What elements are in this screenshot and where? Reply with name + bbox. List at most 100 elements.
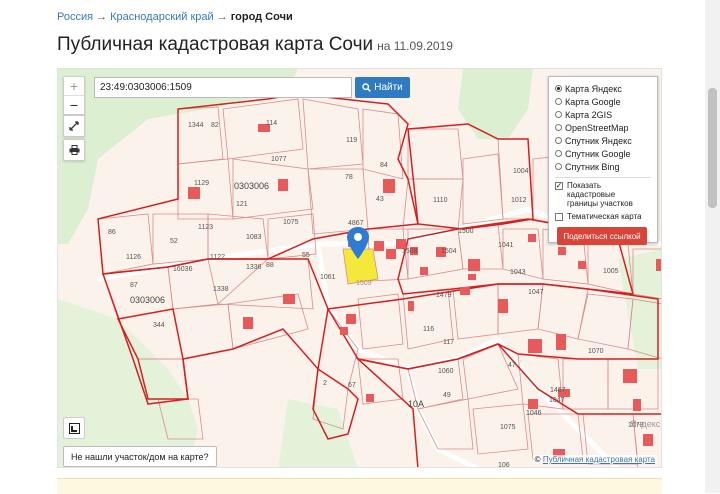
cadastral-map[interactable]: 1344 82 114 119 1077 1129 0303006 121 10…: [57, 68, 662, 468]
zoom-out-button[interactable]: −: [64, 95, 84, 114]
svg-text:52: 52: [170, 238, 178, 245]
svg-text:0303006: 0303006: [234, 181, 269, 191]
svg-text:1344: 1344: [188, 122, 204, 129]
page-title-text: Публичная кадастровая карта Сочи: [57, 34, 374, 55]
svg-text:47: 47: [508, 362, 516, 369]
radio-icon[interactable]: [555, 137, 562, 144]
svg-text:1336: 1336: [246, 264, 262, 271]
layer-option-google-map[interactable]: Карта Google: [555, 95, 651, 108]
printer-icon: [69, 145, 79, 155]
share-link-button[interactable]: Поделиться ссылкой: [557, 227, 647, 245]
svg-text:1504: 1504: [441, 248, 457, 255]
svg-text:1047: 1047: [528, 289, 544, 296]
map-legend-button[interactable]: [63, 417, 85, 439]
svg-text:43: 43: [376, 196, 384, 203]
svg-text:117: 117: [443, 339, 454, 346]
breadcrumb-link-krasnodar[interactable]: Краснодарский край: [110, 11, 214, 23]
layers-divider: [555, 177, 651, 178]
svg-text:106: 106: [498, 462, 510, 468]
svg-text:10A: 10A: [408, 399, 424, 409]
svg-text:2: 2: [323, 380, 327, 387]
layer-option-2gis[interactable]: Карта 2GIS: [555, 108, 651, 121]
radio-icon[interactable]: [555, 163, 562, 170]
breadcrumb-separator: →: [216, 11, 228, 23]
svg-text:1005: 1005: [603, 268, 619, 275]
svg-text:1070: 1070: [588, 348, 604, 355]
scrollbar-thumb[interactable]: [708, 88, 717, 208]
svg-text:1338: 1338: [213, 286, 229, 293]
svg-text:116: 116: [423, 326, 434, 333]
yandex-logo: Яндекс: [630, 419, 661, 429]
radio-icon[interactable]: [555, 124, 562, 131]
find-button[interactable]: Найти: [355, 77, 410, 98]
breadcrumb-link-russia[interactable]: Россия: [57, 11, 93, 23]
layer-option-yandex-satellite[interactable]: Спутник Яндекс: [555, 134, 651, 147]
page-title: Публичная кадастровая карта Сочи на 11.09…: [57, 34, 453, 56]
svg-text:119: 119: [346, 137, 357, 144]
svg-text:1047: 1047: [549, 397, 565, 404]
svg-text:84: 84: [380, 162, 388, 169]
svg-text:1467: 1467: [550, 387, 566, 394]
svg-text:121: 121: [236, 201, 248, 208]
layer-option-yandex-map[interactable]: Карта Яндекс: [555, 82, 651, 95]
svg-text:1083: 1083: [246, 234, 262, 241]
print-button[interactable]: [63, 139, 85, 161]
svg-text:344: 344: [153, 322, 165, 329]
svg-text:1110: 1110: [433, 197, 448, 204]
svg-text:49: 49: [443, 392, 451, 399]
layer-option-bing-satellite[interactable]: Спутник Bing: [555, 160, 651, 173]
svg-text:78: 78: [345, 174, 353, 181]
svg-text:1500: 1500: [458, 228, 474, 235]
svg-text:1509: 1509: [356, 280, 372, 287]
search-icon: [362, 83, 372, 92]
svg-text:1122: 1122: [210, 254, 225, 261]
map-attribution: © Публичная кадастровая карта: [532, 455, 657, 464]
svg-text:67: 67: [348, 382, 356, 389]
attribution-link[interactable]: Публичная кадастровая карта: [543, 455, 655, 464]
svg-text:1004: 1004: [513, 168, 529, 175]
svg-text:1046: 1046: [526, 410, 542, 417]
svg-text:1060: 1060: [438, 368, 454, 375]
svg-text:1126: 1126: [126, 254, 141, 261]
zoom-control: + −: [63, 76, 85, 115]
notice-bar: [57, 478, 662, 494]
svg-text:1041: 1041: [498, 242, 514, 249]
svg-text:1012: 1012: [511, 197, 527, 204]
layers-square-icon: [68, 422, 80, 434]
layer-option-google-satellite[interactable]: Спутник Google: [555, 147, 651, 160]
checkbox-checked-icon[interactable]: ✓: [555, 182, 563, 190]
find-button-label: Найти: [374, 82, 403, 93]
svg-text:1061: 1061: [320, 274, 336, 281]
checkbox-thematic-map[interactable]: Тематическая карта: [555, 212, 651, 221]
radio-icon[interactable]: [555, 111, 562, 118]
svg-text:1123: 1123: [198, 224, 213, 231]
svg-text:55: 55: [302, 252, 310, 259]
svg-text:0303006: 0303006: [130, 295, 165, 305]
not-found-button[interactable]: Не нашли участок/дом на карте?: [63, 446, 217, 467]
svg-text:87: 87: [130, 282, 138, 289]
breadcrumb: Россия → Краснодарский край → город Сочи: [57, 11, 293, 23]
breadcrumb-current: город Сочи: [230, 11, 293, 23]
svg-text:1077: 1077: [271, 156, 287, 163]
svg-text:4867: 4867: [348, 220, 364, 227]
page-scrollbar[interactable]: [705, 0, 720, 493]
radio-icon[interactable]: [555, 150, 562, 157]
map-layers-panel: Карта Яндекс Карта Google Карта 2GIS Ope…: [548, 76, 658, 245]
radio-icon[interactable]: [555, 85, 562, 92]
svg-text:86: 86: [108, 229, 116, 236]
svg-text:1129: 1129: [194, 180, 209, 187]
svg-text:1075: 1075: [500, 424, 516, 431]
radio-icon[interactable]: [555, 98, 562, 105]
page-title-date: на 11.09.2019: [377, 39, 453, 53]
checkbox-cadastral-borders[interactable]: ✓ Показать кадастровые границы участков: [555, 181, 651, 208]
svg-text:1479: 1479: [436, 292, 452, 299]
checkbox-icon[interactable]: [555, 213, 563, 221]
fullscreen-button[interactable]: [63, 115, 85, 137]
zoom-in-button[interactable]: +: [64, 77, 84, 95]
breadcrumb-separator: →: [96, 11, 108, 23]
expand-icon: [69, 121, 79, 131]
svg-text:1043: 1043: [510, 269, 526, 276]
cadastral-number-input[interactable]: [94, 77, 352, 98]
layer-option-openstreetmap[interactable]: OpenStreetMap: [555, 121, 651, 134]
svg-text:16036: 16036: [173, 266, 193, 273]
